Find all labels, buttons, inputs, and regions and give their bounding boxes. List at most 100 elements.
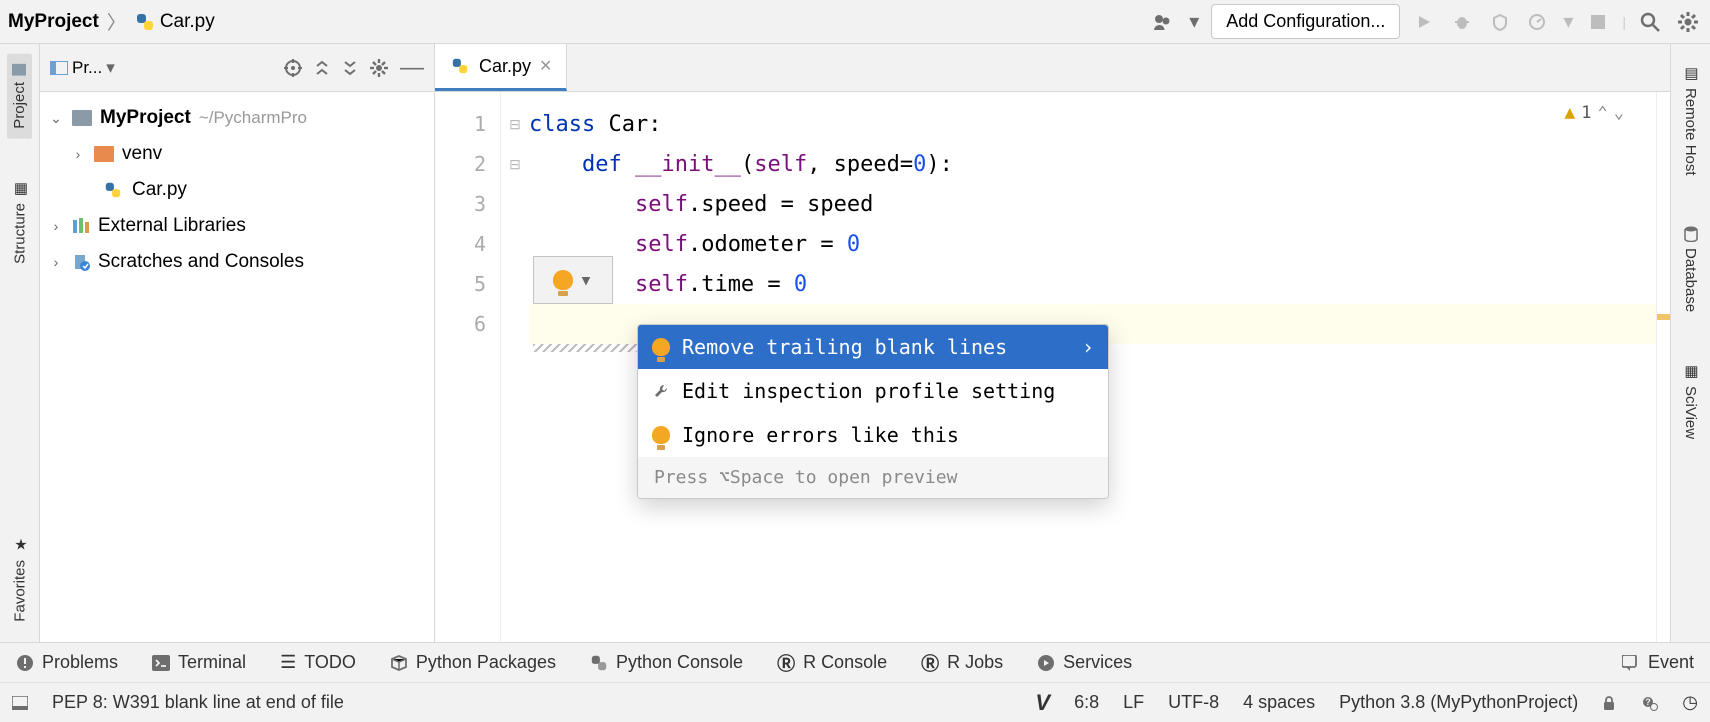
vim-indicator-icon[interactable]: V <box>1035 690 1050 716</box>
line-number[interactable]: 4 <box>435 224 486 264</box>
status-interpreter[interactable]: Python 3.8 (MyPythonProject) <box>1339 692 1578 713</box>
tool-problems[interactable]: Problems <box>16 652 118 673</box>
error-stripe[interactable] <box>1656 92 1670 642</box>
breadcrumb: MyProject 〉 Car.py <box>8 8 215 35</box>
tool-label: R Console <box>803 652 887 673</box>
warning-marker[interactable] <box>1657 314 1670 320</box>
editor-gutter[interactable]: 1 2 3 4 5 6 <box>435 92 501 642</box>
breadcrumb-project[interactable]: MyProject <box>8 11 99 33</box>
tree-arrow-icon[interactable]: › <box>48 218 64 234</box>
status-cursor-position[interactable]: 6:8 <box>1074 692 1099 713</box>
tool-label: R Jobs <box>947 652 1003 673</box>
lightbulb-icon <box>652 338 670 356</box>
tree-project-root[interactable]: ⌄ MyProject ~/PycharmPro <box>40 100 434 136</box>
tree-arrow-icon[interactable]: › <box>48 254 64 270</box>
status-line-separator[interactable]: LF <box>1123 692 1144 713</box>
search-everywhere-icon[interactable] <box>1636 8 1664 36</box>
tool-stripe-sciview[interactable]: ▦ SciView <box>1678 352 1704 449</box>
line-number[interactable]: 5 <box>435 264 486 304</box>
tool-stripe-project[interactable]: Project <box>7 54 32 139</box>
code-line[interactable]: self.odometer = 0 <box>529 224 1656 264</box>
lightbulb-icon <box>652 426 670 444</box>
toolwindow-toggle-icon[interactable] <box>12 696 28 710</box>
tool-r-jobs[interactable]: Ⓡ R Jobs <box>921 650 1003 676</box>
tree-car-file[interactable]: Car.py <box>40 172 434 208</box>
run-configuration-selector[interactable]: Add Configuration... <box>1211 4 1400 39</box>
tree-arrow-icon[interactable]: › <box>70 146 86 162</box>
hide-panel-icon[interactable]: — <box>400 54 424 82</box>
readonly-lock-icon[interactable] <box>1602 695 1616 711</box>
inspection-indicator[interactable]: ▲ 1 ⌃ ⌄ <box>1564 102 1624 123</box>
tool-python-console[interactable]: Python Console <box>590 652 743 673</box>
project-view-icon <box>50 61 68 75</box>
fold-marker-icon[interactable]: ⊟ <box>501 144 529 184</box>
code-area[interactable]: class Car: def __init__(self, speed=0): … <box>529 92 1656 642</box>
fold-marker-icon[interactable]: ⊟ <box>501 104 529 144</box>
tool-event-log[interactable]: Event <box>1622 652 1694 673</box>
editor-tab-car[interactable]: Car.py ✕ <box>435 44 567 91</box>
dropdown-small-icon[interactable]: ▾ <box>1562 8 1574 36</box>
project-view-title[interactable]: Pr... <box>72 58 102 78</box>
coverage-icon[interactable] <box>1486 8 1514 36</box>
line-number[interactable]: 3 <box>435 184 486 224</box>
status-encoding[interactable]: UTF-8 <box>1168 692 1219 713</box>
panel-settings-icon[interactable] <box>370 59 388 77</box>
submenu-arrow-icon: › <box>1082 335 1094 359</box>
project-tree[interactable]: ⌄ MyProject ~/PycharmPro › venv Car.py › <box>40 92 434 288</box>
tool-stripe-favorites-label: Favorites <box>11 560 28 622</box>
python-icon <box>590 654 608 672</box>
tool-r-console[interactable]: Ⓡ R Console <box>777 650 887 676</box>
select-opened-file-icon[interactable] <box>284 59 302 77</box>
settings-icon[interactable] <box>1674 8 1702 36</box>
profile-icon[interactable] <box>1524 8 1552 36</box>
memory-indicator-icon[interactable]: ◷ <box>1682 692 1698 713</box>
problems-icon <box>16 654 34 672</box>
fold-gutter[interactable]: ⊟ ⊟ <box>501 92 529 642</box>
next-highlight-icon[interactable]: ⌄ <box>1614 103 1624 123</box>
line-number[interactable]: 6 <box>435 304 486 344</box>
expand-all-icon[interactable] <box>314 60 330 76</box>
tool-stripe-structure[interactable]: Structure ▦ <box>7 169 33 274</box>
tool-stripe-remote-host[interactable]: ▤ Remote Host <box>1678 54 1704 186</box>
tool-stripe-favorites[interactable]: Favorites ★ <box>7 526 33 632</box>
tool-services[interactable]: Services <box>1037 652 1132 673</box>
tool-label: Terminal <box>178 652 246 673</box>
debug-icon[interactable] <box>1448 8 1476 36</box>
inspections-widget-icon[interactable]: ? <box>1640 694 1658 712</box>
intention-bulb-button[interactable]: ▾ <box>533 256 613 304</box>
dropdown-icon[interactable]: ▾ <box>1187 8 1201 36</box>
stop-icon[interactable] <box>1584 8 1612 36</box>
prev-highlight-icon[interactable]: ⌃ <box>1598 103 1608 123</box>
line-number[interactable]: 1 <box>435 104 486 144</box>
run-icon[interactable] <box>1410 8 1438 36</box>
tool-stripe-database[interactable]: Database <box>1678 216 1703 322</box>
tree-arrow-icon[interactable]: ⌄ <box>48 110 64 127</box>
code-line[interactable]: self.time = 0 <box>529 264 1656 304</box>
code-line[interactable]: def __init__(self, speed=0): <box>529 144 1656 184</box>
services-icon <box>1037 654 1055 672</box>
chevron-down-icon[interactable]: ▾ <box>106 58 115 78</box>
tree-venv[interactable]: › venv <box>40 136 434 172</box>
close-tab-icon[interactable]: ✕ <box>539 56 552 76</box>
structure-icon: ▦ <box>11 179 29 197</box>
code-line[interactable]: class Car: <box>529 104 1656 144</box>
tree-scratches[interactable]: › Scratches and Consoles <box>40 244 434 280</box>
collapse-all-icon[interactable] <box>342 60 358 76</box>
tool-python-packages[interactable]: Python Packages <box>390 652 556 673</box>
code-line[interactable]: self.speed = speed <box>529 184 1656 224</box>
line-number[interactable]: 2 <box>435 144 486 184</box>
tree-ext-libraries[interactable]: › External Libraries <box>40 208 434 244</box>
intention-remove-trailing-blank[interactable]: Remove trailing blank lines › <box>638 325 1108 369</box>
warning-icon: ▲ <box>1564 102 1575 123</box>
intention-ignore-errors[interactable]: Ignore errors like this <box>638 413 1108 457</box>
packages-icon <box>390 655 408 671</box>
editor-body[interactable]: 1 2 3 4 5 6 ⊟ ⊟ class Car: def __init__(… <box>435 92 1670 642</box>
breadcrumb-file[interactable]: Car.py <box>160 11 215 33</box>
left-tool-stripe: Project Structure ▦ Favorites ★ <box>0 44 40 642</box>
intention-edit-profile[interactable]: Edit inspection profile setting <box>638 369 1108 413</box>
tool-todo[interactable]: ☰ TODO <box>280 652 356 673</box>
status-indent[interactable]: 4 spaces <box>1243 692 1315 713</box>
tool-terminal[interactable]: Terminal <box>152 652 246 673</box>
code-with-me-icon[interactable] <box>1149 8 1177 36</box>
folder-icon <box>72 110 92 126</box>
